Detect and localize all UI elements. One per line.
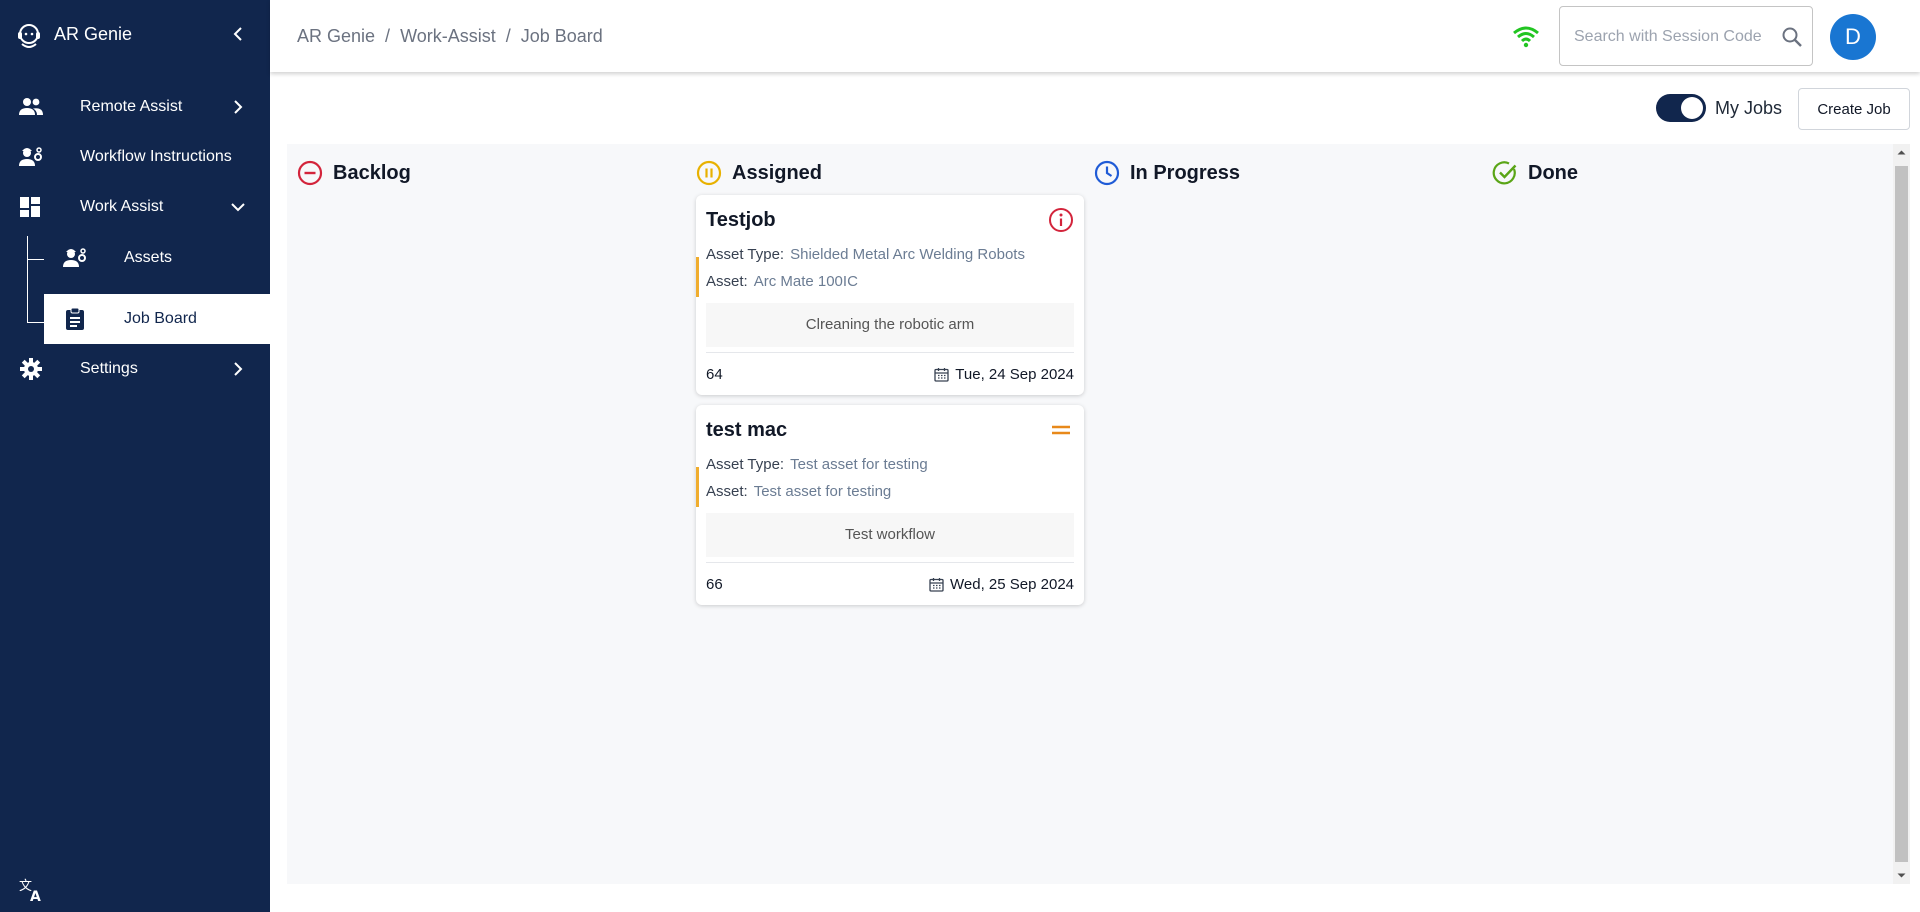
genie-logo-icon [18, 24, 40, 48]
job-title: Testjob [706, 209, 776, 231]
chevron-down-icon [231, 203, 245, 212]
card-accent [696, 257, 699, 297]
info-circle-icon [1049, 208, 1073, 232]
card-divider [706, 562, 1074, 563]
asset-type-label: Asset Type: [706, 246, 785, 263]
column-title: Backlog [333, 161, 411, 184]
column-assigned: Assigned [696, 158, 822, 188]
wifi-icon [1513, 26, 1539, 48]
sidebar-item-label: Work Assist [80, 198, 164, 215]
sidebar-item-work-assist[interactable]: Work Assist [0, 182, 270, 232]
breadcrumb-item[interactable]: AR Genie [297, 26, 375, 46]
sidebar-item-remote-assist[interactable]: Remote Assist [0, 82, 270, 132]
asset-label: Asset: [706, 273, 748, 290]
column-backlog: Backlog [297, 158, 411, 188]
breadcrumb-current: Job Board [520, 26, 603, 46]
equals-icon [1052, 425, 1070, 435]
gear-icon [20, 358, 42, 380]
job-date-text: Tue, 24 Sep 2024 [955, 366, 1074, 383]
job-date: Tue, 24 Sep 2024 [934, 366, 1074, 383]
workflow-name: Test workflow [706, 513, 1074, 557]
my-jobs-toggle[interactable] [1656, 94, 1706, 122]
pause-circle-icon [696, 160, 722, 186]
tree-line [27, 236, 28, 323]
clock-icon [1094, 160, 1120, 186]
translate-icon[interactable]: 文 A [18, 877, 44, 903]
people-icon [19, 98, 43, 115]
top-header: AR Genie / Work-Assist / Job Board D [270, 0, 1920, 72]
column-done: Done [1492, 158, 1578, 188]
engineer-icon [19, 147, 42, 166]
scroll-up-arrow-icon[interactable] [1893, 144, 1910, 161]
chevron-right-icon [234, 100, 243, 114]
calendar-icon [929, 578, 944, 592]
card-divider [706, 352, 1074, 353]
sidebar-item-workflow-instructions[interactable]: Workflow Instructions [0, 132, 270, 182]
column-title: In Progress [1130, 161, 1241, 184]
scrollbar-thumb[interactable] [1895, 166, 1908, 862]
avatar[interactable]: D [1830, 14, 1876, 60]
asset-type-row: Asset Type: Test asset for testing [706, 456, 928, 473]
toggle-knob [1681, 97, 1703, 119]
tree-line [27, 322, 44, 323]
dashboard-icon [20, 197, 40, 217]
job-id: 64 [706, 366, 723, 383]
asset-label: Asset: [706, 483, 748, 500]
column-in-progress: In Progress [1094, 158, 1240, 188]
sidebar-item-label: Remote Assist [80, 98, 183, 115]
workflow-name: Clreaning the robotic arm [706, 303, 1074, 347]
sidebar: AR Genie Remote Assist Workflow Instruct… [0, 0, 270, 912]
job-date-text: Wed, 25 Sep 2024 [950, 576, 1074, 593]
breadcrumb-separator: / [385, 26, 391, 46]
asset-row: Asset: Arc Mate 100IC [706, 273, 858, 290]
asset-type-row: Asset Type: Shielded Metal Arc Welding Ro… [706, 246, 1025, 263]
chevron-left-icon[interactable] [228, 24, 248, 44]
brand: AR Genie [0, 0, 270, 70]
sidebar-item-settings[interactable]: Settings [0, 344, 270, 394]
calendar-icon [934, 368, 949, 382]
svg-text:A: A [30, 889, 41, 903]
tree-line [27, 259, 44, 260]
engineer-icon [63, 248, 86, 267]
scroll-down-arrow-icon[interactable] [1893, 867, 1910, 884]
search-icon[interactable] [1780, 25, 1804, 49]
create-job-button[interactable]: Create Job [1798, 88, 1910, 130]
clipboard-icon [66, 307, 84, 330]
column-title: Done [1528, 161, 1578, 184]
sidebar-item-label: Settings [80, 360, 138, 377]
column-title: Assigned [732, 161, 823, 184]
asset-type-value: Shielded Metal Arc Welding Robots [790, 246, 1025, 263]
session-search [1559, 6, 1813, 66]
job-card[interactable]: test mac Asset Type: Test asset for testi… [696, 405, 1084, 605]
asset-type-value: Test asset for testing [790, 456, 928, 473]
asset-value: Arc Mate 100IC [753, 273, 858, 290]
job-card[interactable]: Testjob Asset Type: Shielded Metal Arc We… [696, 195, 1084, 395]
breadcrumb-item[interactable]: Work-Assist [400, 26, 496, 46]
job-board: Backlog Assigned In Progress Done Testjo… [287, 144, 1893, 884]
sidebar-item-label: Assets [124, 249, 173, 266]
asset-row: Asset: Test asset for testing [706, 483, 891, 500]
check-circle-icon [1492, 161, 1517, 185]
breadcrumb: AR Genie / Work-Assist / Job Board [297, 26, 603, 47]
job-date: Wed, 25 Sep 2024 [929, 576, 1074, 593]
job-id: 66 [706, 576, 723, 593]
asset-value: Test asset for testing [753, 483, 892, 500]
minus-circle-icon [297, 160, 323, 186]
breadcrumb-separator: / [505, 26, 511, 46]
sidebar-item-assets[interactable]: Assets [44, 233, 270, 283]
sidebar-item-label: Job Board [124, 310, 197, 327]
chevron-right-icon [234, 362, 243, 376]
brand-name: AR Genie [54, 24, 133, 44]
sidebar-item-job-board[interactable]: Job Board [44, 294, 270, 344]
my-jobs-label: My Jobs [1715, 98, 1783, 118]
search-input[interactable] [1574, 25, 1770, 49]
card-accent [696, 467, 699, 507]
job-title: test mac [706, 419, 788, 441]
board-scrollbar[interactable] [1893, 144, 1910, 884]
sidebar-item-label: Workflow Instructions [80, 148, 232, 165]
asset-type-label: Asset Type: [706, 456, 785, 473]
